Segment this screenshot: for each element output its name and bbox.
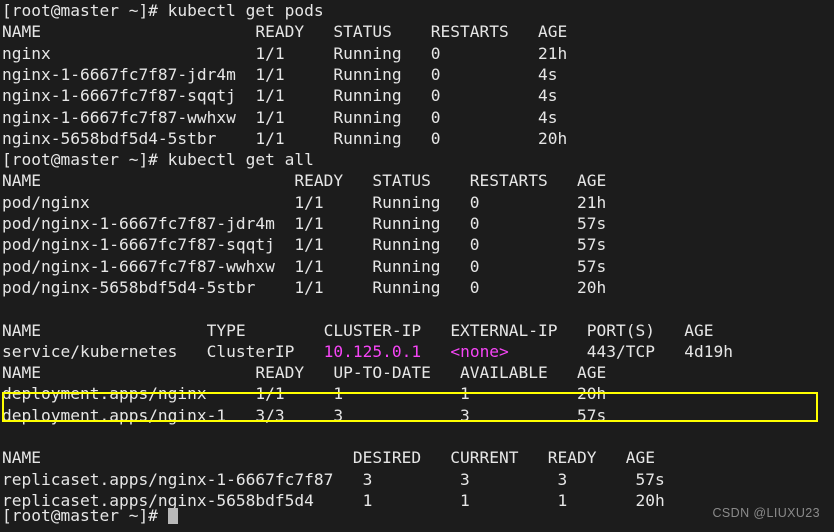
- final-prompt-line[interactable]: [root@master ~]#: [2, 505, 178, 526]
- service-row-kubernetes: service/kubernetes ClusterIP 10.125.0.1 …: [2, 341, 733, 362]
- terminal-window[interactable]: [root@master ~]# kubectl get pods NAME R…: [0, 0, 834, 532]
- csdn-watermark: CSDN @LIUXU23: [712, 505, 820, 520]
- service-header-row: NAME TYPE CLUSTER-IP EXTERNAL-IP PORT(S)…: [2, 320, 713, 341]
- all-pod-row-nginx-1-sqqtj: pod/nginx-1-6667fc7f87-sqqtj 1/1 Running…: [2, 235, 607, 255]
- service-external-ip-value: <none>: [450, 341, 509, 361]
- pods-row-nginx-5stbr: nginx-5658bdf5d4-5stbr 1/1 Running 0 20h: [2, 128, 568, 148]
- service-header-rest: EXTERNAL-IP PORT(S) AGE: [450, 320, 714, 340]
- pods-row-nginx-1-sqqtj: nginx-1-6667fc7f87-sqqtj 1/1 Running 0 4…: [2, 86, 558, 106]
- all-pod-row-nginx-5stbr: pod/nginx-5658bdf5d4-5stbr 1/1 Running 0…: [2, 277, 607, 297]
- deployment-row-nginx-1: deployment.apps/nginx-1 3/3 3 3 57s: [2, 405, 607, 425]
- deployment-row-nginx: deployment.apps/nginx 1/1 1 1 20h: [2, 384, 607, 404]
- deployment-header-row: NAME READY UP-TO-DATE AVAILABLE AGE: [2, 363, 607, 383]
- command-line-get-all: [root@master ~]# kubectl get all: [2, 150, 314, 170]
- shell-prompt: [root@master ~]#: [2, 506, 168, 525]
- text-cursor: [167, 508, 178, 524]
- service-gap-1: [421, 342, 450, 361]
- replicaset-header-row: NAME DESIRED CURRENT READY AGE: [2, 448, 655, 468]
- all-pods-header-row: NAME READY STATUS RESTARTS AGE: [2, 171, 607, 191]
- service-name-and-type: service/kubernetes ClusterIP: [2, 341, 324, 361]
- command-line-get-pods: [root@master ~]# kubectl get pods: [2, 1, 324, 20]
- pods-header-row: NAME READY STATUS RESTARTS AGE: [2, 22, 568, 42]
- service-cluster-ip-value: 10.125.0.1: [323, 341, 422, 361]
- service-ports-and-age: 443/TCP 4d19h: [508, 341, 733, 361]
- service-header-cluster-ip: CLUSTER-IP: [323, 320, 451, 340]
- replicaset-row-nginx-1: replicaset.apps/nginx-1-6667fc7f87 3 3 3…: [2, 469, 665, 489]
- all-pod-row-nginx-1-jdr4m: pod/nginx-1-6667fc7f87-jdr4m 1/1 Running…: [2, 214, 607, 233]
- pods-row-nginx-1-jdr4m: nginx-1-6667fc7f87-jdr4m 1/1 Running 0 4…: [2, 64, 558, 84]
- all-pod-row-nginx: pod/nginx 1/1 Running 0 21h: [2, 192, 607, 212]
- all-pod-row-nginx-1-wwhxw: pod/nginx-1-6667fc7f87-wwhxw 1/1 Running…: [2, 256, 607, 276]
- pods-row-nginx-1-wwhxw: nginx-1-6667fc7f87-wwhxw 1/1 Running 0 4…: [2, 107, 558, 127]
- service-header-name-type: NAME TYPE: [2, 320, 324, 340]
- pods-row-nginx: nginx 1/1 Running 0 21h: [2, 43, 568, 63]
